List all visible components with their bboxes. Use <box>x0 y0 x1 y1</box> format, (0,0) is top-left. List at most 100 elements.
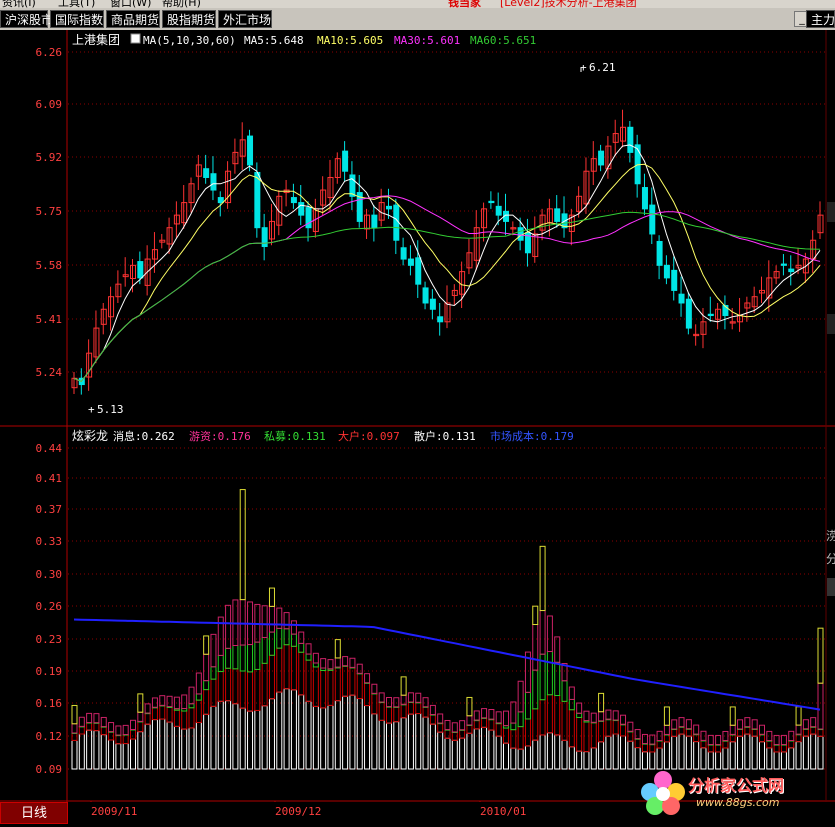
stack-segment <box>488 729 495 770</box>
stack-segment <box>283 688 290 770</box>
date-label-0: 2009/11 <box>91 805 138 818</box>
stack-segment <box>239 707 246 770</box>
stack-segment <box>78 725 85 735</box>
candle-body <box>517 227 524 241</box>
tab-forex[interactable]: 外汇市场 <box>218 10 272 28</box>
stack-segment <box>312 662 319 668</box>
stack-segment <box>737 728 744 737</box>
ma-toggle-icon[interactable] <box>130 33 141 44</box>
stack-segment <box>466 724 473 734</box>
ma30-label: MA30:5.601 <box>394 34 460 47</box>
stack-segment <box>334 657 341 668</box>
stack-segment <box>663 706 670 726</box>
low-marker: 5.13 <box>97 403 124 416</box>
stack-segment <box>495 735 502 770</box>
stack-segment <box>327 659 334 670</box>
indicator-youzi: 游资:0.176 <box>189 430 251 443</box>
tab-commodity-futures[interactable]: 商品期货 <box>106 10 160 28</box>
menu-item-window[interactable]: 窗口(W) <box>110 0 151 8</box>
stack-segment <box>707 744 714 753</box>
stack-segment <box>290 620 297 635</box>
stack-segment <box>729 706 736 726</box>
stack-segment <box>532 739 539 770</box>
stack-segment <box>517 726 524 750</box>
moving-average-lines <box>73 144 821 383</box>
stack-segment <box>78 716 85 727</box>
flower-logo-icon <box>641 771 685 815</box>
indicator-simu: 私募:0.131 <box>264 430 326 443</box>
stack-segment <box>232 668 239 705</box>
stack-segment <box>203 689 210 715</box>
stack-segment <box>115 743 122 770</box>
candle-body <box>137 261 144 279</box>
candle-body <box>415 257 422 285</box>
candle-body <box>393 204 400 241</box>
stack-segment <box>320 658 327 669</box>
stack-segment <box>620 714 627 725</box>
stack-segment <box>188 707 195 729</box>
stack-segment <box>210 666 217 680</box>
stack-segment <box>473 710 480 721</box>
stack-segment <box>254 641 261 670</box>
stack-segment <box>298 651 305 696</box>
stack-segment <box>210 705 217 770</box>
stack-segment <box>261 662 268 707</box>
candle-body <box>385 205 392 210</box>
stack-segment <box>108 739 115 770</box>
stack-segment <box>605 709 612 720</box>
ind-tick-6: 0.23 <box>36 633 63 646</box>
candle-body <box>780 263 787 266</box>
tab-international-index[interactable]: 国际指数 <box>50 10 104 28</box>
stack-segment <box>627 740 634 770</box>
chart-canvas[interactable]: 6.26 6.09 5.92 5.75 5.58 5.41 5.24 0.44 … <box>0 30 835 802</box>
stack-segment <box>371 692 378 715</box>
ind-tick-5: 0.26 <box>36 600 63 613</box>
menu-item-tools[interactable]: 工具(T) <box>58 0 95 8</box>
stack-segment <box>137 720 144 733</box>
stack-segment <box>773 744 780 753</box>
stack-segment <box>737 719 744 730</box>
stack-segment <box>327 669 334 706</box>
stack-segment <box>773 734 780 746</box>
stack-segment <box>188 727 195 770</box>
date-label-2: 2010/01 <box>480 805 527 818</box>
stack-segment <box>466 715 473 726</box>
stack-segment <box>466 732 473 770</box>
stack-segment <box>802 728 809 737</box>
stack-segment <box>568 709 575 748</box>
stack-segment <box>195 721 202 770</box>
stack-segment <box>437 722 444 733</box>
stack-segment <box>678 726 685 735</box>
stack-segment <box>795 741 802 770</box>
stack-segment <box>268 631 275 656</box>
candle-body <box>554 208 561 222</box>
stack-segment <box>115 725 122 736</box>
tab-shanghai-shenzhen[interactable]: 沪深股市 <box>0 10 53 28</box>
date-label-1: 2009/12 <box>275 805 322 818</box>
stack-segment <box>554 636 561 663</box>
stack-segment <box>590 722 597 749</box>
candle-body <box>429 298 436 310</box>
menu-item-info[interactable]: 资讯(I) <box>2 0 36 8</box>
tab-main-force[interactable]: 主力 <box>806 10 835 28</box>
stack-segment <box>247 671 254 712</box>
stack-segment <box>488 718 495 731</box>
stack-segment <box>715 744 722 753</box>
menu-item-help[interactable]: 帮助(H) <box>162 0 201 8</box>
stack-segment <box>459 737 466 770</box>
stack-segment <box>151 707 158 721</box>
app-title: 钱当家 <box>448 0 481 8</box>
candle-body <box>217 197 224 204</box>
stack-segment <box>385 697 392 708</box>
tab-index-futures[interactable]: 股指期货 <box>162 10 216 28</box>
stack-segment <box>488 709 495 720</box>
stack-segment <box>758 741 765 770</box>
period-selector[interactable]: 日线 <box>0 802 68 824</box>
indicator-sanhu: 散户:0.131 <box>414 429 476 443</box>
stack-segment <box>598 711 605 722</box>
stack-segment <box>678 717 685 728</box>
candlestick-series <box>71 109 824 395</box>
stack-segment <box>93 713 100 724</box>
stack-segment <box>334 639 341 659</box>
stack-segment <box>422 697 429 708</box>
